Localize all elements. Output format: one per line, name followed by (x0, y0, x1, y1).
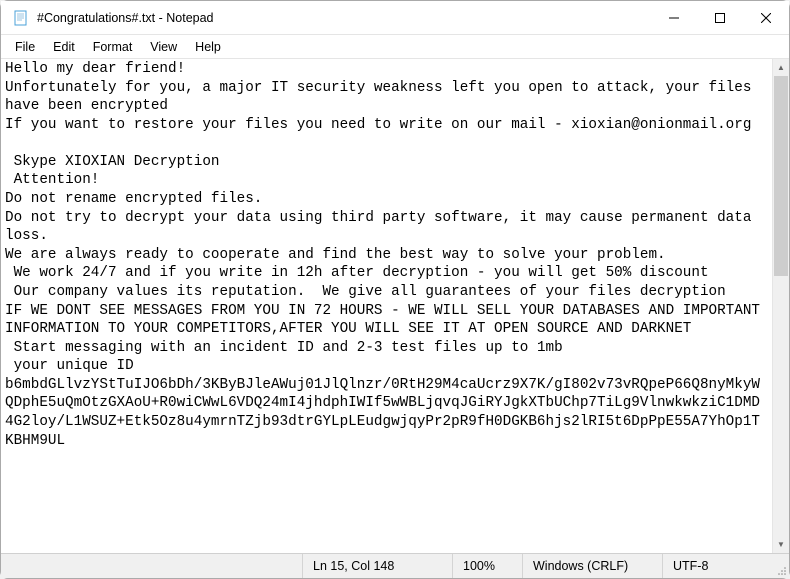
status-spacer (1, 554, 302, 578)
close-button[interactable] (743, 1, 789, 34)
resize-grip-icon[interactable] (772, 554, 789, 578)
notepad-icon (13, 10, 29, 26)
status-line-ending: Windows (CRLF) (522, 554, 662, 578)
menu-file[interactable]: File (7, 38, 43, 56)
menu-help[interactable]: Help (187, 38, 229, 56)
menu-edit[interactable]: Edit (45, 38, 83, 56)
maximize-button[interactable] (697, 1, 743, 34)
menu-format[interactable]: Format (85, 38, 141, 56)
window-title: #Congratulations#.txt - Notepad (37, 11, 214, 25)
menubar: File Edit Format View Help (1, 35, 789, 59)
text-content[interactable]: Hello my dear friend! Unfortunately for … (1, 59, 772, 553)
statusbar: Ln 15, Col 148 100% Windows (CRLF) UTF-8 (1, 553, 789, 578)
vertical-scrollbar[interactable]: ▲ ▼ (772, 59, 789, 553)
titlebar[interactable]: #Congratulations#.txt - Notepad (1, 1, 789, 35)
minimize-button[interactable] (651, 1, 697, 34)
window-controls (651, 1, 789, 34)
status-zoom: 100% (452, 554, 522, 578)
scroll-thumb[interactable] (774, 76, 788, 276)
menu-view[interactable]: View (142, 38, 185, 56)
scroll-down-button[interactable]: ▼ (773, 536, 789, 553)
text-area: Hello my dear friend! Unfortunately for … (1, 59, 789, 553)
status-encoding: UTF-8 (662, 554, 772, 578)
status-cursor-position: Ln 15, Col 148 (302, 554, 452, 578)
scroll-up-button[interactable]: ▲ (773, 59, 789, 76)
